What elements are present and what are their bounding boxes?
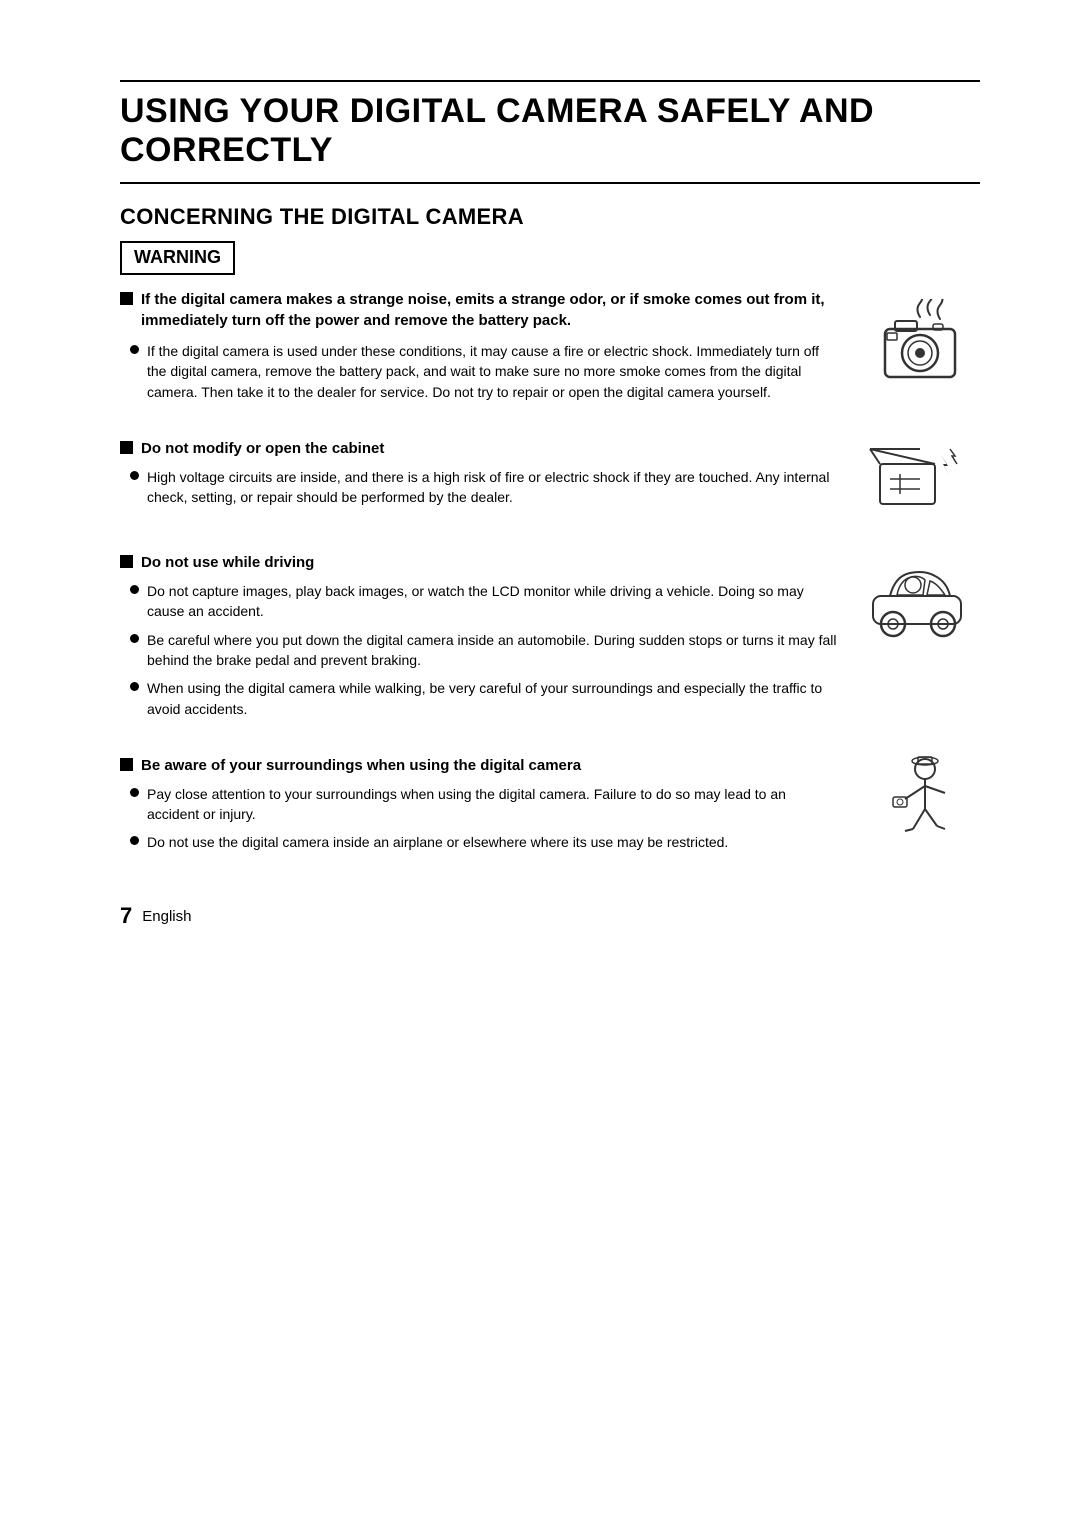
cabinet-left: Do not modify or open the cabinet High v… <box>120 424 860 516</box>
circle-bullet-icon-2 <box>130 471 139 480</box>
surroundings-image <box>860 741 980 841</box>
surroundings-left: Be aware of your surroundings when using… <box>120 741 860 861</box>
surroundings-bullet-2: Do not use the digital camera inside an … <box>120 832 840 852</box>
cabinet-illustration <box>865 434 975 524</box>
cabinet-bullet-text: High voltage circuits are inside, and th… <box>147 467 840 508</box>
main-title: USING YOUR DIGITAL CAMERA SAFELY AND COR… <box>120 92 980 170</box>
cabinet-header: Do not modify or open the cabinet <box>120 438 840 459</box>
surroundings-section: Be aware of your surroundings when using… <box>120 741 980 861</box>
square-bullet-icon-4 <box>120 758 133 771</box>
warning-section: If the digital camera makes a strange no… <box>120 289 980 410</box>
warning-main-text: If the digital camera makes a strange no… <box>141 289 840 331</box>
walking-illustration <box>865 751 975 841</box>
footer: 7 English <box>120 901 980 932</box>
page-number: 7 <box>120 901 132 932</box>
surroundings-bullet-1: Pay close attention to your surroundings… <box>120 784 840 825</box>
language-label: English <box>142 906 191 927</box>
warning-main-bullet: If the digital camera makes a strange no… <box>120 289 840 331</box>
circle-bullet-icon-7 <box>130 836 139 845</box>
driving-text-3: When using the digital camera while walk… <box>147 678 840 719</box>
driving-section: Do not use while driving Do not capture … <box>120 538 980 727</box>
driving-text-2: Be careful where you put down the digita… <box>147 630 840 671</box>
circle-bullet-icon-6 <box>130 788 139 797</box>
camera-smoke-image <box>860 289 980 389</box>
warning-label: WARNING <box>134 247 221 267</box>
driving-header-text: Do not use while driving <box>141 552 314 573</box>
driving-bullet-2: Be careful where you put down the digita… <box>120 630 840 671</box>
driving-bullet-1: Do not capture images, play back images,… <box>120 581 840 622</box>
circle-bullet-icon <box>130 345 139 354</box>
page-title: USING YOUR DIGITAL CAMERA SAFELY AND COR… <box>120 80 980 184</box>
section-title: CONCERNING THE DIGITAL CAMERA <box>120 202 980 233</box>
surroundings-header-text: Be aware of your surroundings when using… <box>141 755 581 776</box>
cabinet-image <box>860 424 980 524</box>
surroundings-text-2: Do not use the digital camera inside an … <box>147 832 728 852</box>
camera-smoke-illustration <box>865 299 975 389</box>
square-bullet-icon <box>120 292 133 305</box>
warning-sub-bullet: If the digital camera is used under thes… <box>120 341 840 402</box>
circle-bullet-icon-5 <box>130 682 139 691</box>
cabinet-section: Do not modify or open the cabinet High v… <box>120 424 980 524</box>
content-area: If the digital camera makes a strange no… <box>120 289 980 861</box>
driving-text-1: Do not capture images, play back images,… <box>147 581 840 622</box>
driving-bullet-3: When using the digital camera while walk… <box>120 678 840 719</box>
cabinet-bullet: High voltage circuits are inside, and th… <box>120 467 840 508</box>
driving-left: Do not use while driving Do not capture … <box>120 538 860 727</box>
circle-bullet-icon-3 <box>130 585 139 594</box>
cabinet-header-text: Do not modify or open the cabinet <box>141 438 384 459</box>
warning-box: WARNING <box>120 241 235 275</box>
driving-header: Do not use while driving <box>120 552 840 573</box>
driving-illustration <box>865 548 975 638</box>
warning-sub-text: If the digital camera is used under thes… <box>147 341 840 402</box>
square-bullet-icon-3 <box>120 555 133 568</box>
warning-left: If the digital camera makes a strange no… <box>120 289 860 410</box>
surroundings-header: Be aware of your surroundings when using… <box>120 755 840 776</box>
surroundings-text-1: Pay close attention to your surroundings… <box>147 784 840 825</box>
circle-bullet-icon-4 <box>130 634 139 643</box>
driving-image <box>860 538 980 638</box>
square-bullet-icon-2 <box>120 441 133 454</box>
